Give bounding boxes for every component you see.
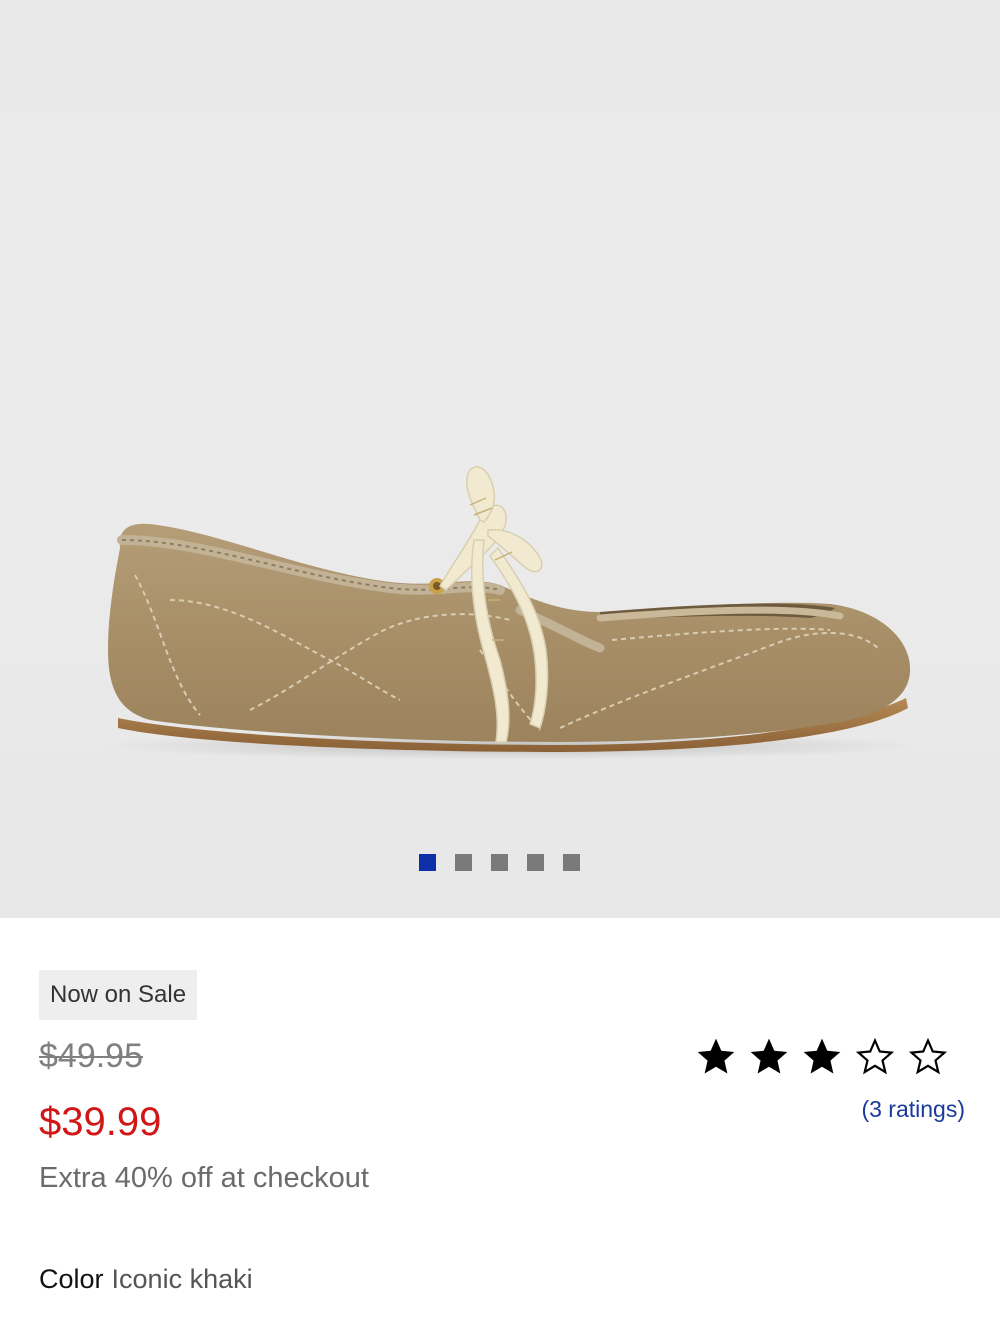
carousel-dot-2[interactable] (455, 854, 472, 871)
promo-text: Extra 40% off at checkout (39, 1162, 369, 1194)
star-filled-icon (750, 1038, 788, 1074)
color-selector-label: Color Iconic khaki (39, 1264, 253, 1295)
color-label: Color (39, 1264, 104, 1294)
sale-badge: Now on Sale (39, 970, 198, 1020)
carousel-dot-1[interactable] (419, 854, 436, 871)
carousel-dot-4[interactable] (527, 854, 544, 871)
star-outline-icon (908, 1037, 948, 1075)
color-value: Iconic khaki (111, 1264, 253, 1294)
carousel-dot-3[interactable] (491, 854, 508, 871)
product-image-area[interactable] (0, 0, 1000, 918)
original-price: $49.95 (39, 1037, 143, 1075)
shoe-product-image[interactable] (0, 0, 1000, 918)
ratings-link[interactable]: (3 ratings) (861, 1096, 965, 1123)
star-filled-icon (803, 1038, 841, 1074)
carousel-indicators (419, 854, 580, 871)
carousel-dot-5[interactable] (563, 854, 580, 871)
sale-price: $39.99 (39, 1100, 162, 1144)
star-outline-icon (855, 1037, 895, 1075)
star-rating[interactable] (694, 1035, 950, 1079)
star-filled-icon (697, 1038, 735, 1074)
